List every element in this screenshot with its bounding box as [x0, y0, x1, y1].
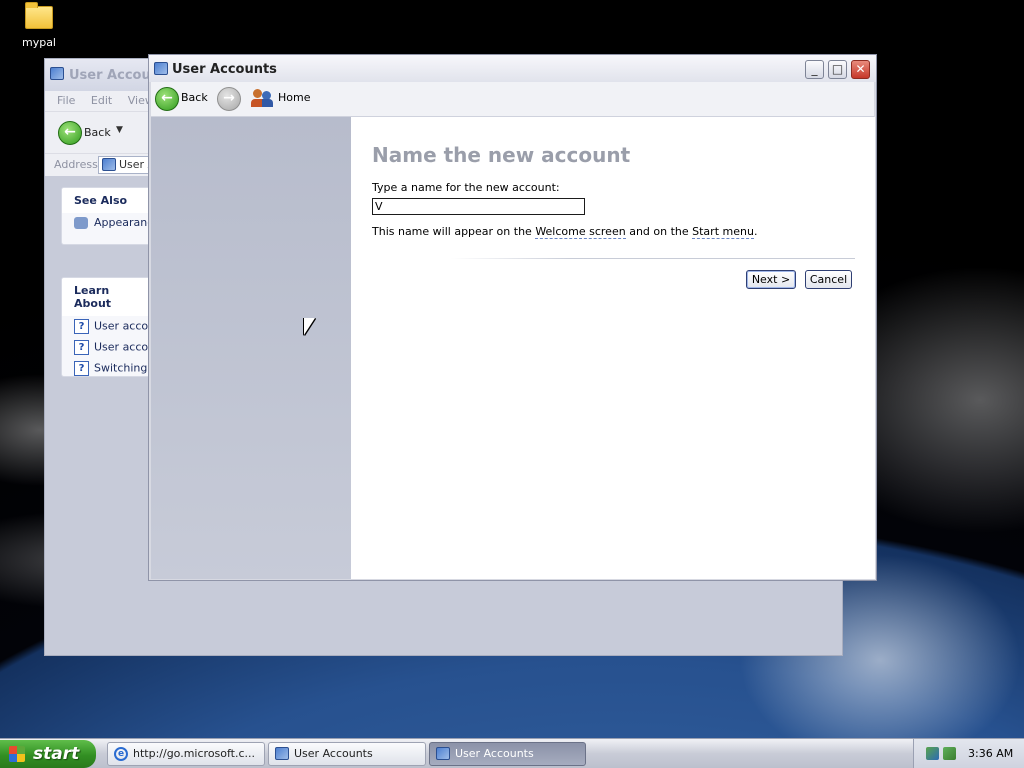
wizard-content: Name the new account Type a name for the… [351, 117, 875, 579]
menu-edit[interactable]: Edit [91, 91, 112, 111]
user-accounts-icon [436, 747, 450, 760]
back-button-label[interactable]: Back [181, 91, 208, 104]
window-title: User Accounts [172, 62, 277, 77]
back-arrow-icon[interactable]: ← [58, 121, 82, 145]
desktop-icon-mypal[interactable]: mypal [16, 2, 62, 49]
control-panel-icon [50, 67, 64, 80]
ie-icon: e [114, 747, 128, 761]
taskbar-item-label: http://go.microsoft.c... [133, 747, 256, 760]
appearance-icon [74, 217, 88, 229]
taskbar-item-user-accounts-active[interactable]: User Accounts [429, 742, 586, 766]
name-hint-text: This name will appear on the Welcome scr… [372, 225, 758, 239]
clock[interactable]: 3:36 AM [968, 747, 1013, 760]
forward-arrow-icon[interactable]: → [217, 87, 241, 111]
home-button-label[interactable]: Home [278, 91, 310, 104]
background-back-label[interactable]: Back [84, 126, 111, 139]
windows-logo-icon [9, 746, 25, 762]
user-accounts-window[interactable]: User Accounts _ □ ✕ ← Back → Home Name t… [148, 54, 877, 581]
desktop-icon-label: mypal [21, 36, 56, 49]
side-panel [151, 117, 351, 579]
desktop: mypal User Accounts File Edit View ← Bac… [0, 0, 1024, 738]
control-panel-icon [102, 158, 116, 171]
learn-about-item[interactable]: ? User accou [62, 337, 160, 358]
see-also-panel: See Also Appearance [61, 187, 161, 245]
learn-about-title: Learn About [62, 278, 160, 316]
learn-about-panel: Learn About ? User accou ? User accou ? Swi… [61, 277, 161, 377]
chevron-down-icon[interactable]: ▼ [116, 125, 123, 135]
taskbar-item-label: User Accounts [455, 747, 534, 760]
menu-file[interactable]: File [57, 91, 75, 111]
network-icon[interactable] [926, 747, 939, 760]
folder-icon [25, 2, 53, 29]
maximize-button[interactable]: □ [828, 60, 847, 79]
see-also-item[interactable]: Appearance [62, 213, 160, 232]
close-button[interactable]: ✕ [851, 60, 870, 79]
next-button[interactable]: Next > [746, 270, 796, 289]
address-label: Address [54, 158, 98, 171]
taskbar-item-user-accounts[interactable]: User Accounts [268, 742, 426, 766]
taskbar: start e http://go.microsoft.c... User Ac… [0, 738, 1024, 768]
volume-icon[interactable] [943, 747, 956, 760]
help-icon: ? [74, 361, 89, 376]
help-icon: ? [74, 340, 89, 355]
help-icon: ? [74, 319, 89, 334]
learn-about-item[interactable]: ? Switching u [62, 358, 160, 376]
see-also-title: See Also [62, 188, 160, 213]
start-button[interactable]: start [0, 740, 96, 768]
navigation-bar: ← Back → Home [151, 82, 874, 117]
window-titlebar[interactable]: User Accounts _ □ ✕ [149, 55, 876, 82]
account-name-input[interactable] [372, 198, 585, 215]
taskbar-item-browser[interactable]: e http://go.microsoft.c... [107, 742, 265, 766]
taskbar-item-label: User Accounts [294, 747, 373, 760]
start-label: start [33, 744, 80, 764]
page-title: Name the new account [372, 143, 631, 167]
learn-about-item[interactable]: ? User accou [62, 316, 160, 337]
back-arrow-icon[interactable]: ← [155, 87, 179, 111]
divider [451, 258, 855, 259]
cancel-button[interactable]: Cancel [805, 270, 852, 289]
users-home-icon-body [251, 99, 273, 107]
start-menu-link[interactable]: Start menu [692, 225, 754, 239]
welcome-screen-link[interactable]: Welcome screen [535, 225, 626, 239]
user-accounts-icon [154, 62, 168, 75]
system-tray: 3:36 AM [913, 739, 1024, 768]
minimize-button[interactable]: _ [805, 60, 824, 79]
mouse-cursor-icon [304, 318, 315, 335]
name-prompt-label: Type a name for the new account: [372, 181, 560, 194]
control-panel-icon [275, 747, 289, 760]
